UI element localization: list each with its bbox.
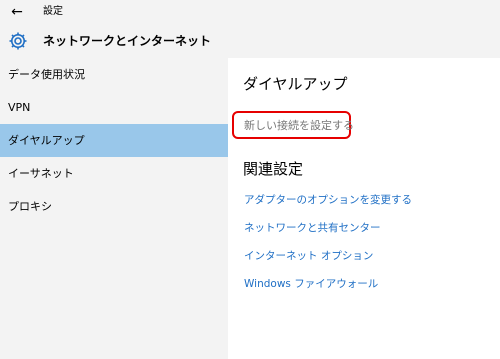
sidebar-item-vpn[interactable]: VPN [0, 91, 228, 124]
header-title: ネットワークとインターネット [43, 34, 212, 48]
back-arrow-icon[interactable]: ← [6, 2, 28, 22]
page-header: ネットワークとインターネット [0, 24, 500, 58]
window-title: 設定 [43, 6, 63, 17]
adapter-options-link[interactable]: アダプターのオプションを変更する [244, 193, 412, 207]
sidebar-item-ethernet[interactable]: イーサネット [0, 157, 228, 190]
network-sharing-center-link[interactable]: ネットワークと共有センター [244, 221, 381, 235]
title-bar: ← 設定 [0, 0, 500, 24]
main-content [228, 58, 500, 359]
sidebar-item-dialup[interactable]: ダイヤルアップ [0, 124, 228, 157]
sidebar-item-data-usage[interactable]: データ使用状況 [0, 58, 228, 91]
sidebar: データ使用状況 VPN ダイヤルアップ イーサネット プロキシ [0, 58, 228, 359]
sidebar-item-proxy[interactable]: プロキシ [0, 190, 228, 223]
internet-options-link[interactable]: インターネット オプション [244, 249, 373, 263]
gear-icon [9, 32, 27, 50]
windows-firewall-link[interactable]: Windows ファイアウォール [244, 277, 378, 291]
related-settings-title: 関連設定 [243, 160, 304, 178]
page-title: ダイヤルアップ [243, 75, 348, 93]
setup-connection-link[interactable]: 新しい接続を設定する [244, 119, 354, 133]
